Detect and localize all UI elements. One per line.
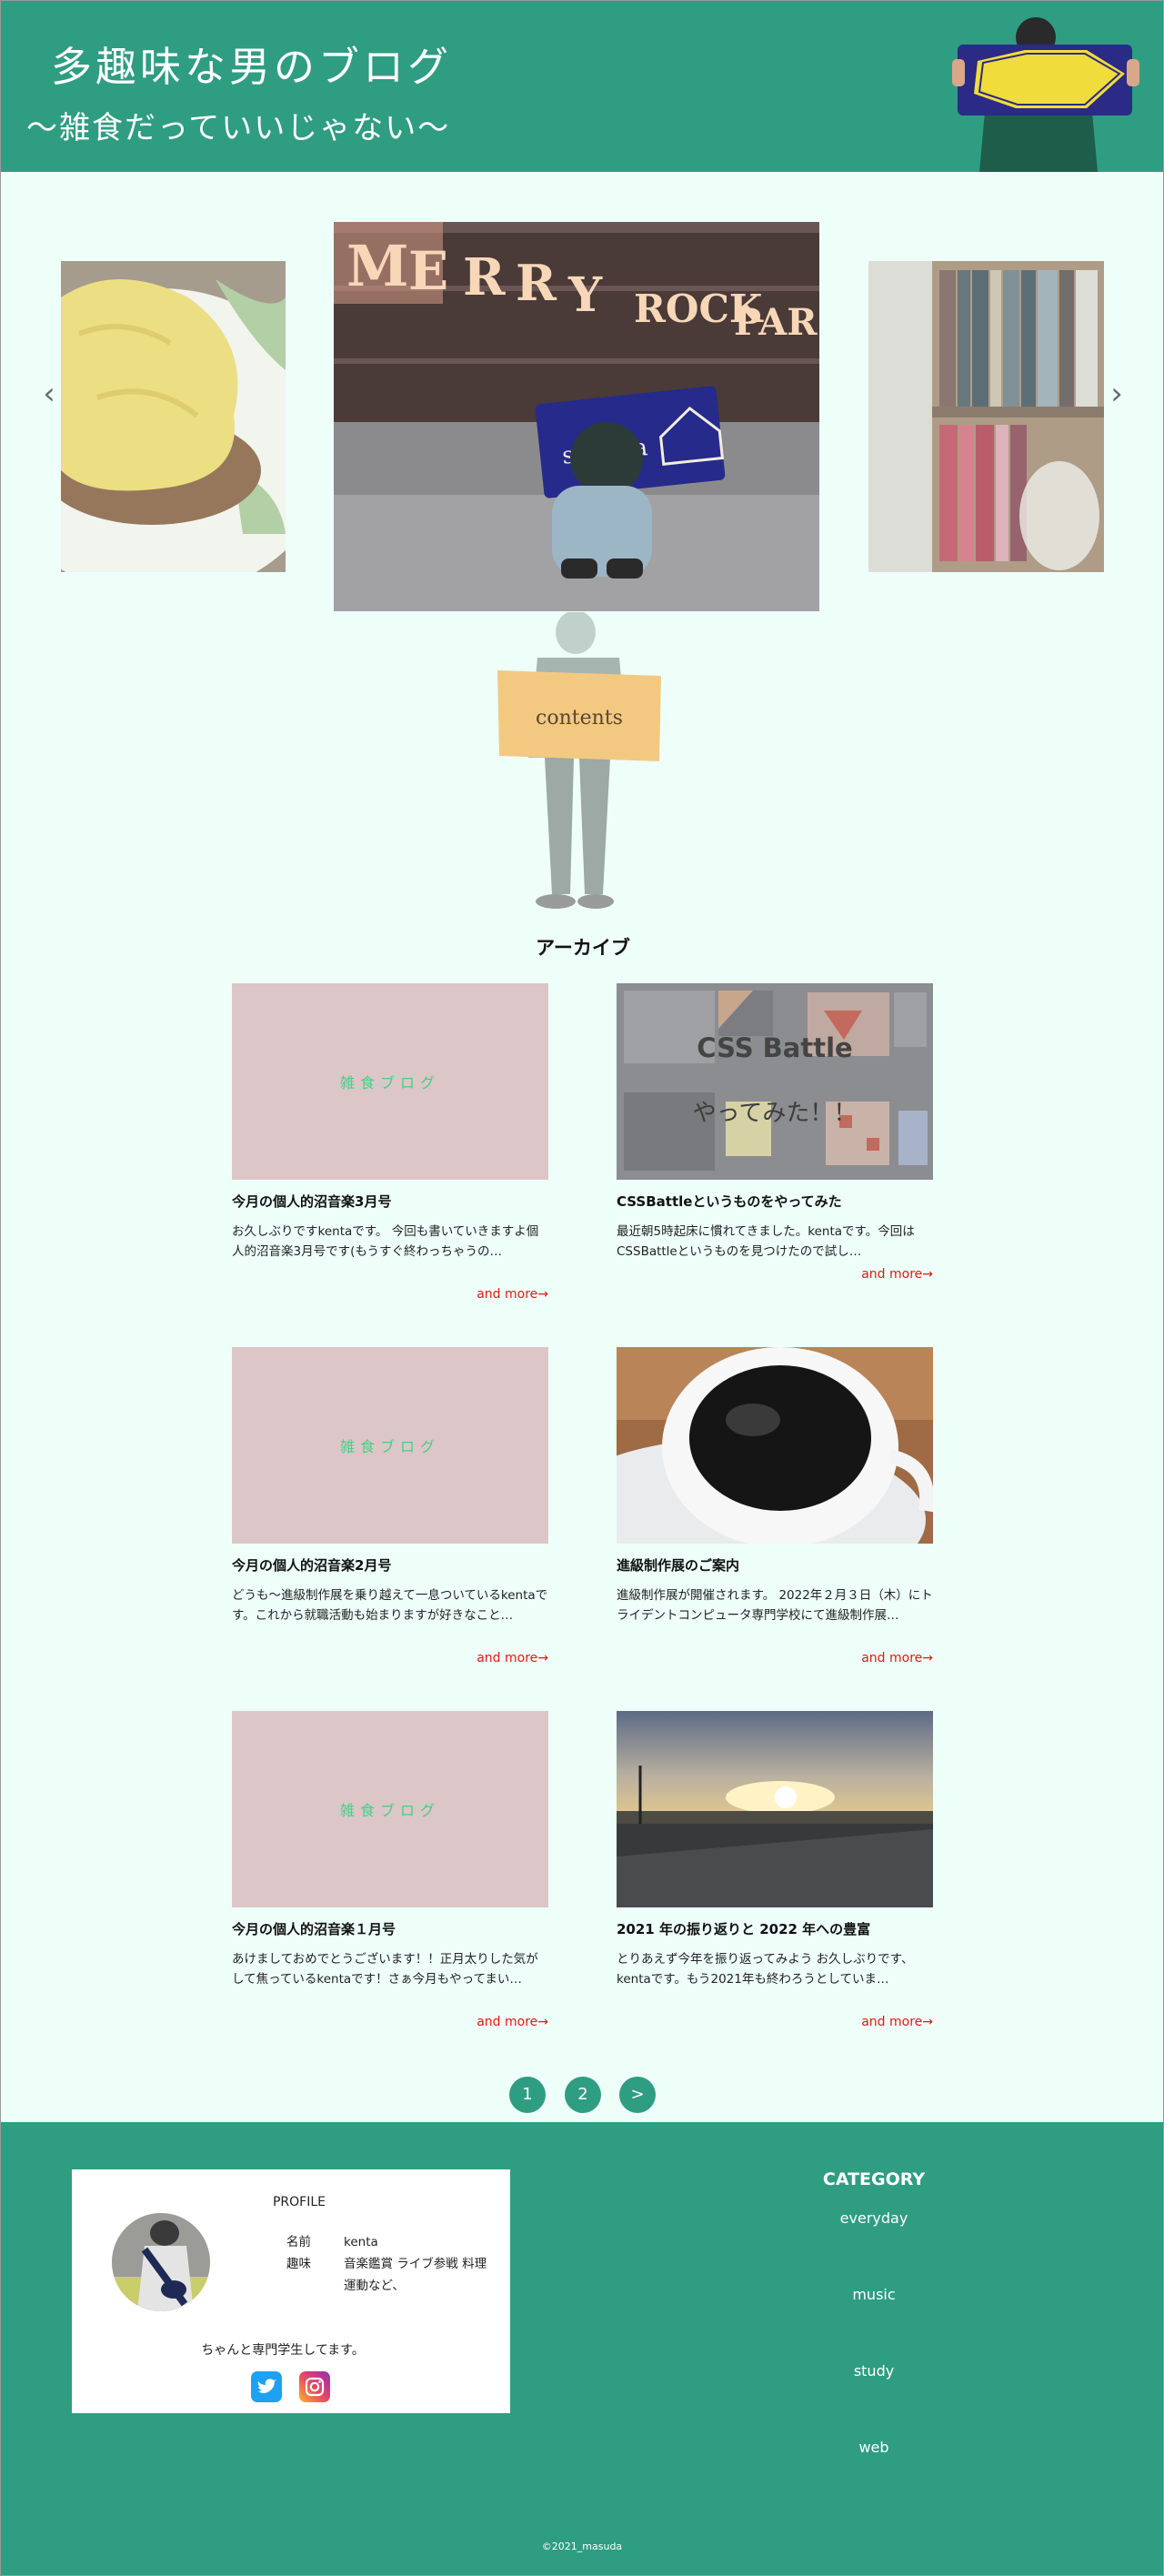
- and-more-link[interactable]: and more→: [617, 2015, 933, 2029]
- instagram-icon[interactable]: [299, 2371, 330, 2402]
- thumbnail-text: 雑食ブログ: [339, 1438, 440, 1455]
- card-excerpt: 最近朝5時起床に慣れてきました。kentaです。今回はCSSBattleというも…: [617, 1224, 915, 1259]
- category-link-everyday[interactable]: everyday: [747, 2209, 1001, 2227]
- and-more-link[interactable]: and more→: [232, 1651, 548, 1665]
- contents-sign-text: contents: [536, 707, 623, 730]
- thumbnail-text: 雑食ブログ: [339, 1074, 440, 1092]
- category-link-study[interactable]: study: [747, 2362, 1001, 2380]
- card-excerpt: とりあえず今年を振り返ってみよう お久しぶりです、kentaです。もう2021年…: [617, 1952, 914, 1987]
- profile-hobby-value: 音楽鑑賞 ライブ参戦 料理 運動など、: [344, 2257, 487, 2293]
- slider-prev-button[interactable]: ‹: [35, 376, 63, 412]
- card-excerpt: どうも〜進級制作展を乗り越えて一息ついているkentaです。これから就職活動も始…: [232, 1588, 548, 1623]
- omelette-photo: [61, 261, 286, 572]
- card-excerpt: あけましておめでとうございます！！正月太りした気がして焦っているkentaです！…: [232, 1952, 538, 1987]
- archive-card: 2021 年の振り返りと 2022 年への豊富 とりあえず今年を振り返ってみよう…: [617, 1711, 933, 2029]
- chevron-right-icon: ›: [1110, 376, 1123, 412]
- slide-bookshelf-photo[interactable]: [868, 261, 1104, 572]
- svg-text:M: M: [346, 233, 409, 299]
- next-page-button[interactable]: >: [619, 2077, 656, 2113]
- and-more-link[interactable]: and more→: [232, 2015, 548, 2029]
- card-thumbnail[interactable]: 雑食ブログ: [232, 983, 548, 1180]
- header-person-illustration: [952, 17, 1139, 172]
- and-more-link[interactable]: and more→: [232, 1287, 548, 1302]
- archive-card: 雑食ブログ 今月の個人的沼音楽3月号 お久しぶりですkentaです。 今回も書い…: [232, 983, 548, 1302]
- svg-text:E: E: [408, 240, 448, 302]
- card-excerpt: お久しぶりですkentaです。 今回も書いていきますよ個人的沼音楽3月号です(も…: [232, 1224, 539, 1259]
- category-link-web[interactable]: web: [747, 2439, 1001, 2456]
- archive-card: CSS Battle やってみた！！ CSSBattleというものをやってみた …: [617, 983, 933, 1282]
- card-title[interactable]: 今月の個人的沼音楽2月号: [232, 1556, 548, 1575]
- css-battle-screenshot: [617, 983, 933, 1180]
- profile-heading: PROFILE: [272, 2195, 326, 2209]
- site-title[interactable]: 多趣味な男のブログ: [51, 34, 452, 93]
- chevron-left-icon: ‹: [43, 376, 55, 412]
- page-1-button[interactable]: 1: [509, 2077, 546, 2113]
- site-subtitle: 〜雑食だっていいじゃない〜: [26, 110, 451, 146]
- card-thumbnail[interactable]: CSS Battle やってみた！！: [617, 983, 933, 1180]
- card-thumbnail[interactable]: [617, 1347, 933, 1544]
- avatar: [112, 2213, 210, 2311]
- bookshelf-photo: [868, 261, 1104, 572]
- profile-name-label: 名前: [286, 2235, 311, 2249]
- card-title[interactable]: CSSBattleというものをやってみた: [617, 1192, 933, 1211]
- card-title[interactable]: 今月の個人的沼音楽3月号: [232, 1192, 548, 1211]
- coffee-cup-photo: [617, 1347, 933, 1544]
- card-title[interactable]: 今月の個人的沼音楽１月号: [232, 1920, 548, 1938]
- slider-next-button[interactable]: ›: [1103, 376, 1130, 412]
- twitter-icon[interactable]: [251, 2371, 282, 2402]
- and-more-link[interactable]: and more→: [617, 1267, 933, 1282]
- profile-hobby-label: 趣味: [286, 2257, 311, 2271]
- rock-festival-photo: M E R R Y ROCK PAR sumika: [334, 222, 819, 611]
- svg-text:Y: Y: [567, 267, 603, 323]
- thumbnail-text: 雑食ブログ: [339, 1802, 440, 1819]
- css-battle-subtitle: やってみた！！: [692, 1100, 858, 1127]
- copyright: ©2021_masuda: [541, 2541, 623, 2552]
- contents-person-illustration: contents: [497, 612, 661, 909]
- card-thumbnail[interactable]: 雑食ブログ: [232, 1347, 548, 1544]
- category-link-music[interactable]: music: [747, 2286, 1001, 2303]
- and-more-link[interactable]: and more→: [617, 1651, 933, 1665]
- slide-featured-photo[interactable]: M E R R Y ROCK PAR sumika: [334, 222, 819, 611]
- profile-name-value: kenta: [344, 2235, 378, 2249]
- site-footer: PROFILE 名前 kenta 趣味 音楽鑑賞 ライブ参戦 料理 運動など、 …: [1, 2122, 1163, 2575]
- page-2-button[interactable]: 2: [565, 2077, 601, 2113]
- profile-card: PROFILE 名前 kenta 趣味 音楽鑑賞 ライブ参戦 料理 運動など、 …: [72, 2169, 510, 2413]
- svg-text:R: R: [516, 254, 557, 312]
- sunset-photo: [617, 1711, 933, 1907]
- site-header: 多趣味な男のブログ 〜雑食だっていいじゃない〜: [1, 1, 1163, 172]
- svg-text:R: R: [463, 247, 506, 307]
- svg-text:PAR: PAR: [734, 301, 818, 344]
- archive-card: 進級制作展のご案内 進級制作展が開催されます。 2022年２月３日（木）にトライ…: [617, 1347, 933, 1665]
- archive-card: 雑食ブログ 今月の個人的沼音楽１月号 あけましておめでとうございます！！正月太り…: [232, 1711, 548, 2029]
- card-thumbnail[interactable]: [617, 1711, 933, 1907]
- profile-note: ちゃんと専門学生してます。: [201, 2343, 365, 2358]
- slide-omelette-photo[interactable]: [61, 261, 286, 572]
- archive-heading: アーカイブ: [536, 937, 630, 959]
- category-heading: CATEGORY: [822, 2169, 926, 2189]
- card-excerpt: 進級制作展が開催されます。 2022年２月３日（木）にトライデントコンピュータ専…: [617, 1588, 933, 1623]
- archive-card: 雑食ブログ 今月の個人的沼音楽2月号 どうも〜進級制作展を乗り越えて一息ついてい…: [232, 1347, 548, 1665]
- card-thumbnail[interactable]: 雑食ブログ: [232, 1711, 548, 1907]
- avatar-photo: [112, 2213, 210, 2311]
- card-title[interactable]: 2021 年の振り返りと 2022 年への豊富: [617, 1920, 933, 1938]
- card-title[interactable]: 進級制作展のご案内: [617, 1556, 933, 1575]
- css-battle-title: CSS Battle: [697, 1032, 853, 1063]
